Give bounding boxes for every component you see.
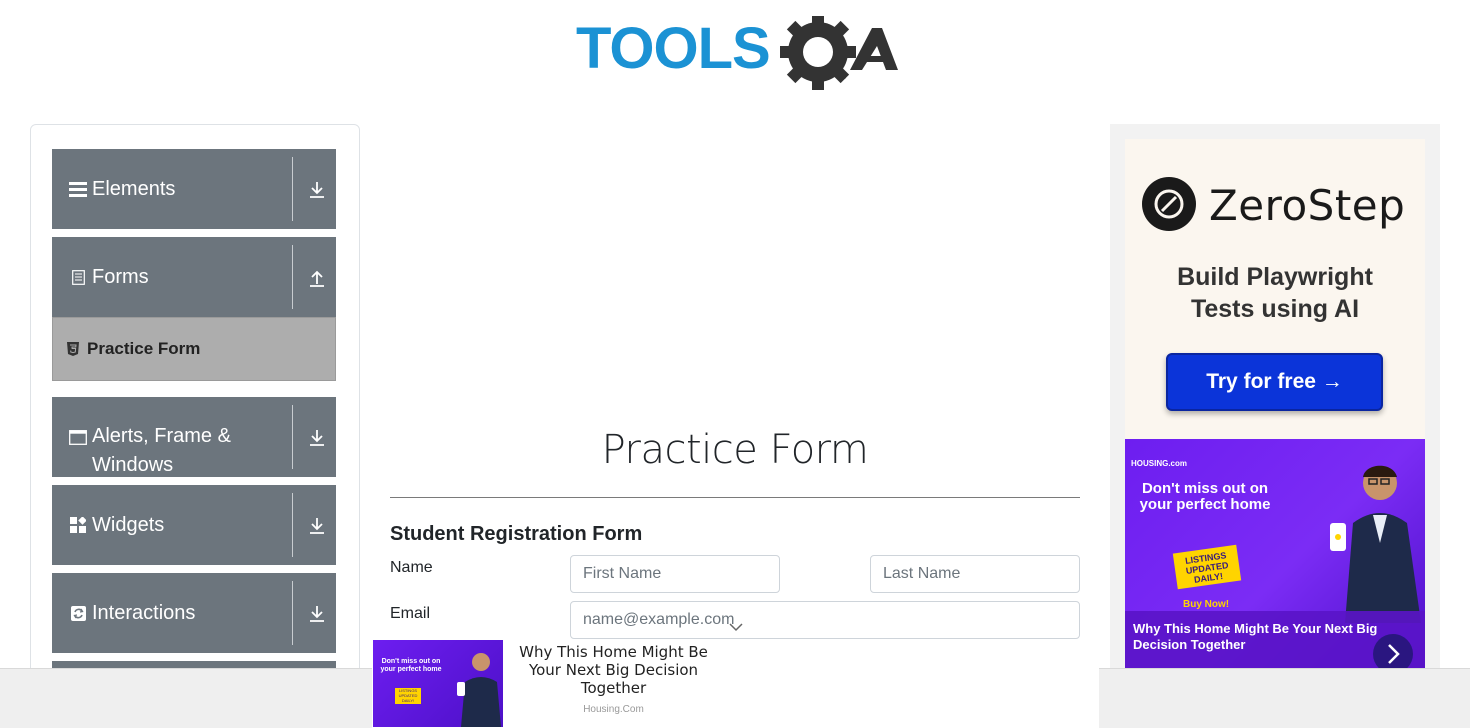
html5-icon bbox=[67, 342, 81, 356]
ad-thumbnail: Don't miss out on your perfect home LIST… bbox=[373, 640, 503, 727]
zerostep-logo-icon bbox=[1142, 177, 1196, 231]
group-header[interactable]: Widgets bbox=[69, 485, 289, 565]
first-name-input[interactable] bbox=[570, 555, 780, 593]
interactions-icon bbox=[69, 604, 87, 622]
gear-icon bbox=[780, 16, 856, 90]
tagline-line-2: Tests using AI bbox=[1190, 295, 1360, 323]
document-icon bbox=[69, 268, 87, 286]
form-title: Student Registration Form bbox=[390, 523, 643, 545]
expand-download-icon[interactable] bbox=[304, 601, 330, 627]
bottom-ad[interactable]: Don't miss out on your perfect home LIST… bbox=[372, 623, 1099, 728]
window-icon bbox=[69, 428, 87, 446]
expand-download-icon[interactable] bbox=[304, 513, 330, 539]
sidebar-group-forms[interactable]: Forms bbox=[52, 237, 336, 317]
ad-source: Housing.Com bbox=[583, 704, 644, 715]
group-label: Forms bbox=[92, 265, 149, 288]
promo-headline: Don't miss out on your perfect home bbox=[1139, 480, 1271, 513]
zerostep-tagline: Build Playwright Tests using AI bbox=[1125, 261, 1425, 325]
last-name-input[interactable] bbox=[870, 555, 1080, 593]
sidebar-group-interactions[interactable]: Interactions bbox=[52, 573, 336, 653]
logo-text-tools: TOOLS bbox=[576, 16, 770, 81]
toolsqa-logo[interactable]: TOOLS bbox=[576, 16, 900, 92]
group-header[interactable]: Interactions bbox=[69, 573, 289, 653]
zerostep-ad[interactable]: ZeroStep Build Playwright Tests using AI… bbox=[1125, 139, 1425, 439]
hamburger-icon bbox=[69, 180, 87, 198]
divider bbox=[292, 157, 293, 221]
group-header[interactable]: Alerts, Frame & Windows bbox=[69, 397, 289, 477]
right-ad-panel: ZeroStep Build Playwright Tests using AI… bbox=[1110, 124, 1440, 684]
person-illustration bbox=[1330, 465, 1421, 623]
group-label: Widgets bbox=[92, 513, 165, 536]
group-label: Elements bbox=[92, 177, 176, 200]
expand-download-icon[interactable] bbox=[304, 177, 330, 203]
group-label: Alerts, Frame & Windows bbox=[92, 425, 231, 476]
ad-headline: Why This Home Might Be Your Next Big Dec… bbox=[519, 643, 708, 697]
promo-caption: Why This Home Might Be Your Next Big Dec… bbox=[1133, 621, 1378, 652]
expand-download-icon[interactable] bbox=[304, 425, 330, 451]
email-input[interactable] bbox=[570, 601, 1080, 639]
zerostep-brand: ZeroStep bbox=[1209, 181, 1406, 230]
logo-letter-a bbox=[850, 28, 898, 70]
promo-badge: LISTINGS UPDATED DAILY! bbox=[1172, 544, 1242, 590]
thumb-person-illustration bbox=[457, 653, 501, 727]
tagline-line-1: Build Playwright bbox=[1177, 263, 1373, 291]
thumb-headline: Don't miss out on your perfect home bbox=[380, 658, 442, 673]
housing-ad[interactable]: HOUSING.com Don't miss out on your perfe… bbox=[1125, 439, 1425, 669]
group-label: Interactions bbox=[92, 601, 196, 624]
sidebar-group-widgets[interactable]: Widgets bbox=[52, 485, 336, 565]
try-for-free-button[interactable]: Try for free → bbox=[1166, 353, 1383, 411]
collapse-upload-icon[interactable] bbox=[304, 265, 330, 291]
left-panel: Elements Forms Practice Form Alerts, Fra… bbox=[30, 124, 360, 691]
chevron-down-icon[interactable] bbox=[728, 620, 744, 634]
page-title: Practice Form bbox=[601, 427, 869, 473]
sidebar-item-label: Practice Form bbox=[87, 339, 201, 358]
promo-buy-now: Buy Now! bbox=[1183, 599, 1230, 610]
divider bbox=[292, 493, 293, 557]
widgets-icon bbox=[69, 516, 87, 534]
sidebar-group-alerts[interactable]: Alerts, Frame & Windows bbox=[52, 397, 336, 477]
sidebar-item-practice-form[interactable]: Practice Form bbox=[52, 317, 336, 381]
email-label: Email bbox=[390, 605, 431, 622]
name-label: Name bbox=[390, 559, 433, 576]
housing-brand: HOUSING.com bbox=[1131, 459, 1188, 468]
thumb-badge: LISTINGS UPDATED DAILY! bbox=[395, 688, 421, 704]
chevron-right-icon[interactable] bbox=[1373, 634, 1413, 669]
sidebar-group-elements[interactable]: Elements bbox=[52, 149, 336, 229]
group-header[interactable]: Elements bbox=[69, 149, 289, 229]
title-divider bbox=[390, 497, 1080, 498]
divider bbox=[292, 245, 293, 309]
divider bbox=[292, 405, 293, 469]
divider bbox=[292, 581, 293, 645]
group-header[interactable]: Forms bbox=[69, 237, 289, 317]
